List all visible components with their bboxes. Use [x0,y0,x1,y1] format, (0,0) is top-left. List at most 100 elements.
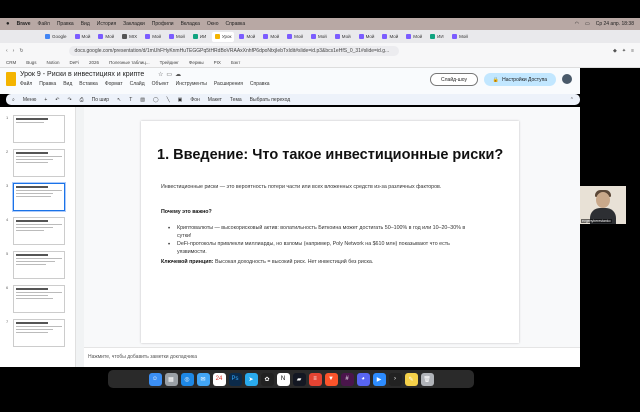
print-icon[interactable]: ⎙ [80,97,84,103]
browser-tab[interactable]: Мой [308,32,330,42]
speaker-notes[interactable]: Нажмите, чтобы добавить заметки докладчи… [84,347,580,367]
bookmark[interactable]: Трейдинг [160,60,179,65]
menu-help[interactable]: Справка [225,21,245,27]
browser-tab[interactable]: Мой [72,32,94,42]
shape-icon[interactable]: ◯ [153,97,159,103]
wifi-icon[interactable]: ◠ [575,21,579,27]
menu-file[interactable]: Файл [38,21,50,27]
safari-icon[interactable]: ◎ [180,372,194,386]
bullet-list[interactable]: Криптовалюты — высокорисковый актив: вол… [168,225,477,258]
browser-menu-icon[interactable]: ≡ [631,48,634,54]
extensions-icon[interactable]: ✦ [622,48,626,54]
cloud-status-icon[interactable]: ☁ [175,71,181,78]
add-slide-icon[interactable]: + [44,97,47,103]
docs-menu-tools[interactable]: Инструменты [176,81,207,87]
undo-icon[interactable]: ↶ [55,97,59,103]
avatar[interactable] [562,74,572,84]
url-input[interactable]: docs.google.com/presentation/d/1mUhFHyKn… [68,45,399,56]
bookmark[interactable]: Bugs [26,60,36,65]
browser-tab[interactable]: Мой [95,32,117,42]
zoom-select[interactable]: По шир [92,97,109,103]
slide-intro-text[interactable]: Инвестиционные риски — это вероятность п… [161,184,461,192]
docs-menu-arrange[interactable]: Объект [152,81,169,87]
browser-tab-active[interactable]: Урок [211,31,235,42]
bookmark[interactable]: PIX [214,60,221,65]
battery-icon[interactable]: ▭ [585,21,590,27]
browser-tab[interactable]: Мой [142,32,164,42]
slide-thumbnail[interactable]: 4 [6,217,65,245]
star-icon[interactable]: ☆ [158,71,163,78]
image-icon[interactable]: ▨ [140,97,145,103]
browser-tab[interactable]: Google [42,32,70,42]
docs-menu-insert[interactable]: Вставка [79,81,98,87]
slide-thumbnail[interactable]: 1 [6,115,65,143]
tradingview-icon[interactable]: ▰ [292,372,306,386]
search-menus-icon[interactable]: ⌕ [12,97,15,103]
notes-icon[interactable]: ✎ [404,372,418,386]
menu-window[interactable]: Окно [207,21,219,27]
theme-button[interactable]: Тема [230,97,242,103]
browser-tab[interactable]: Мой [403,32,425,42]
list-item[interactable]: Криптовалюты — высокорисковый актив: вол… [168,225,477,240]
terminal-icon[interactable]: › [388,372,402,386]
slide-title[interactable]: 1. Введение: Что такое инвестиционные ри… [157,147,503,163]
menu-tab[interactable]: Вкладка [181,21,200,27]
bookmark[interactable]: Полезные таблиц... [109,60,150,65]
bookmark[interactable]: 2026 [89,60,99,65]
move-folder-icon[interactable]: ▭ [166,71,172,78]
menu-profiles[interactable]: Профили [152,21,174,27]
share-button[interactable]: 🔒 Настройки Доступа [484,73,556,86]
docs-menu-slide[interactable]: Слайд [130,81,145,87]
docs-menu-file[interactable]: Файл [20,81,32,87]
telegram-icon[interactable]: ➤ [244,372,258,386]
bookmark[interactable]: CRM [6,60,16,65]
browser-tab[interactable]: Мой [260,32,282,42]
notion-icon[interactable]: N [276,372,290,386]
browser-tab[interactable]: Мой [166,32,188,42]
clock[interactable]: Ср 24 апр. 18:38 [596,21,634,27]
line-icon[interactable]: ╲ [167,97,170,103]
menu-history[interactable]: История [97,21,116,27]
reload-icon[interactable]: ↻ [19,48,23,54]
docs-menu-edit[interactable]: Правка [39,81,56,87]
apple-icon[interactable]: ● [6,21,10,27]
finder-icon[interactable]: ☺ [148,372,162,386]
slideshow-button[interactable]: Слайд-шоу [430,73,478,86]
zoom-icon[interactable]: ▶ [372,372,386,386]
bookmark[interactable]: Notion [47,60,60,65]
docs-menu-view[interactable]: Вид [63,81,72,87]
docs-menu-help[interactable]: Справка [250,81,270,87]
layout-button[interactable]: Макет [208,97,222,103]
menu-view[interactable]: Вид [81,21,90,27]
background-button[interactable]: Фон [190,97,199,103]
browser-tab[interactable]: Мой [284,32,306,42]
browser-tab[interactable]: MIX [119,32,140,42]
discord-icon[interactable]: ◕ [356,372,370,386]
browser-tab[interactable]: Мой [449,32,471,42]
menu-bookmarks[interactable]: Закладки [123,21,145,27]
collapse-toolbar-icon[interactable]: ⌃ [570,97,574,103]
slide-thumbnail[interactable]: 2 [6,149,65,177]
slide-canvas[interactable]: 1. Введение: Что такое инвестиционные ри… [141,121,519,343]
text-box-icon[interactable]: T [129,97,132,103]
slide-thumbnail[interactable]: 6 [6,285,65,313]
photoshop-icon[interactable]: Ps [228,372,242,386]
todoist-icon[interactable]: ≡ [308,372,322,386]
brave-shield-icon[interactable]: ◆ [613,48,617,54]
select-tool-icon[interactable]: ↖ [117,97,121,103]
browser-tab[interactable]: Мой [332,32,354,42]
app-menu-brave[interactable]: Brave [17,21,31,27]
bookmark[interactable]: Фермы [189,60,204,65]
slide-thumbnail-selected[interactable]: 3 [6,183,65,211]
calendar-icon[interactable]: 24 [212,372,226,386]
forward-icon[interactable]: › [13,48,15,54]
transition-button[interactable]: Выбрать переход [250,97,291,103]
menu-edit[interactable]: Правка [57,21,74,27]
slide-thumbnail[interactable]: 7 [6,319,65,347]
chatgpt-icon[interactable]: ✿ [260,372,274,386]
menus-label[interactable]: Меню [23,97,37,103]
mail-icon[interactable]: ✉ [196,372,210,386]
browser-tab[interactable]: Мой [236,32,258,42]
browser-tab[interactable]: ИИ [190,32,210,42]
back-icon[interactable]: ‹ [6,48,8,54]
